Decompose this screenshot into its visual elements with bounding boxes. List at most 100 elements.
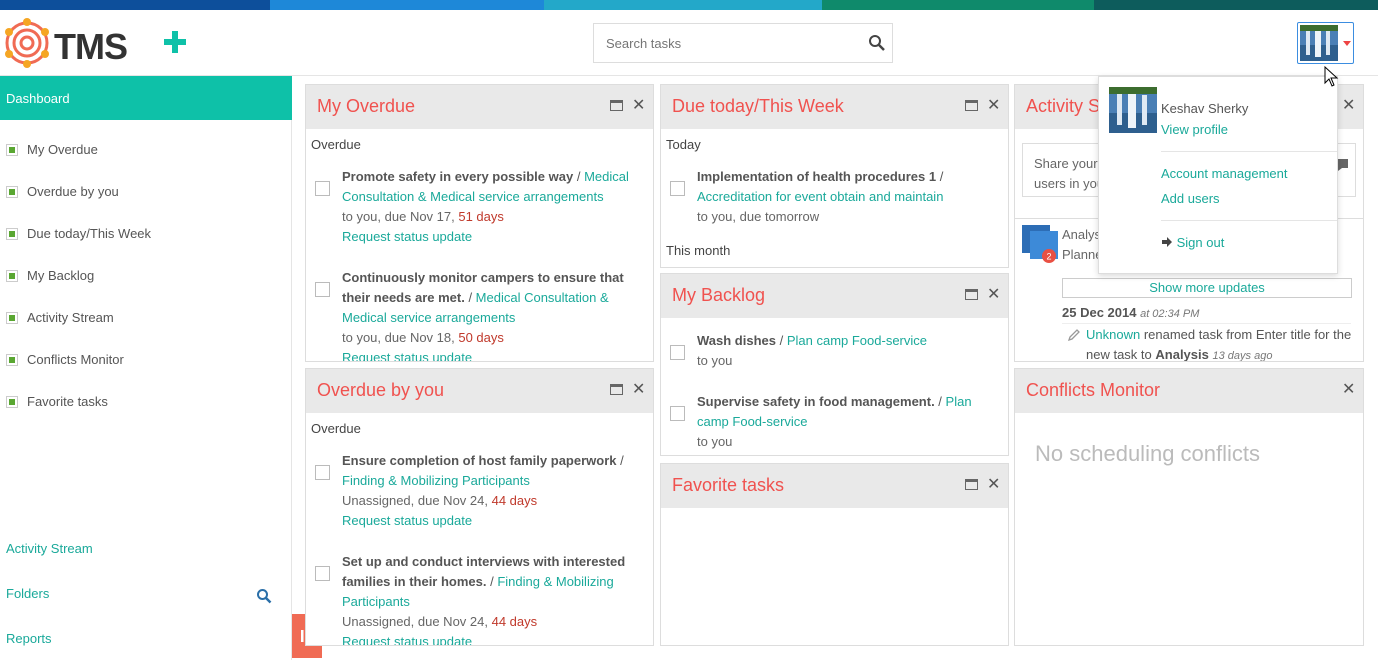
sidebar-item-favorite-tasks[interactable]: Favorite tasks — [0, 382, 292, 422]
divider — [1161, 220, 1337, 221]
task-body: Supervise safety in food management. / P… — [697, 394, 972, 449]
close-icon[interactable]: ✕ — [1342, 379, 1355, 399]
search-input[interactable] — [594, 24, 864, 62]
user-avatar — [1109, 87, 1157, 133]
task-checkbox[interactable] — [315, 566, 330, 581]
app-logo[interactable]: TMS — [2, 16, 132, 72]
task-name[interactable]: Ensure completion of host family paperwo… — [342, 453, 617, 468]
widget-header: My Backlog ✕ — [661, 274, 1008, 318]
sidebar-item-label: My Backlog — [27, 268, 95, 283]
user-dropdown-menu: Keshav Sherky View profile Account manag… — [1098, 76, 1338, 274]
close-icon[interactable]: ✕ — [1342, 95, 1355, 115]
sidebar-link-activity-stream[interactable]: Activity Stream — [6, 541, 93, 556]
task-name[interactable]: Promote safety in every possible way — [342, 169, 573, 184]
update-title[interactable]: Analys — [1062, 227, 1101, 242]
close-icon[interactable]: ✕ — [987, 284, 1000, 304]
task-name[interactable]: Wash dishes — [697, 333, 776, 348]
view-profile-link[interactable]: View profile — [1161, 122, 1228, 137]
add-task-button[interactable] — [162, 28, 190, 56]
widget-toggle-icon — [6, 354, 18, 366]
task-checkbox[interactable] — [670, 345, 685, 360]
task-checkbox[interactable] — [315, 465, 330, 480]
sidebar-item-overdue-by-you[interactable]: Overdue by you — [0, 172, 292, 212]
sidebar-item-label: Conflicts Monitor — [27, 352, 124, 367]
sidebar-item-dashboard[interactable]: Dashboard — [0, 76, 292, 120]
task-body: Promote safety in every possible way / M… — [342, 169, 629, 244]
task-name[interactable]: Supervise safety in food management. — [697, 394, 935, 409]
widget-toggle-icon — [6, 396, 18, 408]
task-assign: to you — [697, 434, 733, 449]
maximize-icon[interactable] — [610, 384, 623, 395]
close-icon[interactable]: ✕ — [632, 95, 645, 115]
widget-title: My Backlog — [672, 285, 766, 305]
widget-header: Conflicts Monitor ✕ — [1015, 369, 1363, 413]
sidebar-item-label: Overdue by you — [27, 184, 119, 199]
task-days-overdue: 44 days — [491, 614, 538, 629]
show-more-updates-button[interactable]: Show more updates — [1062, 278, 1352, 298]
logo-text: TMS — [54, 26, 128, 67]
search-box — [593, 23, 893, 63]
sidebar-link-folders[interactable]: Folders — [6, 586, 49, 601]
widget-header: My Overdue ✕ — [306, 85, 653, 129]
request-status-update-link[interactable]: Request status update — [342, 634, 472, 645]
task-name[interactable]: Implementation of health procedures 1 — [697, 169, 936, 184]
add-users-link[interactable]: Add users — [1161, 191, 1220, 206]
close-icon[interactable]: ✕ — [987, 474, 1000, 494]
update-count-badge: 2 — [1046, 252, 1051, 262]
task-body: Implementation of health procedures 1 / … — [697, 169, 944, 224]
widget-toggle-icon — [6, 228, 18, 240]
task-assign: to you, due Nov 17, — [342, 209, 459, 224]
update-date-value: 25 Dec 2014 — [1062, 305, 1137, 320]
update-user-link[interactable]: Unknown — [1086, 327, 1140, 342]
account-management-link[interactable]: Account management — [1161, 166, 1287, 181]
update-summary: Analys Planne — [1062, 225, 1102, 265]
task-assign: Unassigned, due Nov 24, — [342, 614, 492, 629]
stripe-seg-5 — [1094, 0, 1378, 10]
task-checkbox[interactable] — [670, 406, 685, 421]
task-assign: to you — [697, 353, 733, 368]
request-status-update-link[interactable]: Request status update — [342, 350, 472, 361]
task-checkbox[interactable] — [315, 282, 330, 297]
stripe-seg-1 — [0, 0, 270, 10]
sidebar-item-my-overdue[interactable]: My Overdue — [0, 130, 292, 170]
task-checkbox[interactable] — [670, 181, 685, 196]
task-assign: to you, due tomorrow — [697, 209, 820, 224]
task-project-link[interactable]: Accreditation for event obtain and maint… — [697, 189, 943, 204]
sidebar-link-reports[interactable]: Reports — [6, 631, 52, 646]
update-time: at 02:34 PM — [1140, 308, 1200, 320]
maximize-icon[interactable] — [965, 479, 978, 490]
sign-out-link[interactable]: Sign out — [1161, 235, 1224, 250]
task-project-link[interactable]: Plan camp Food-service — [787, 333, 927, 348]
task-checkbox[interactable] — [315, 181, 330, 196]
sidebar-item-label: Favorite tasks — [27, 394, 108, 409]
maximize-icon[interactable] — [965, 289, 978, 300]
update-target[interactable]: Analysis — [1155, 347, 1208, 361]
task-project-link[interactable]: Finding & Mobilizing Participants — [342, 473, 530, 488]
widget-toggle-icon — [6, 312, 18, 324]
top-color-stripe — [0, 0, 1378, 10]
app-header: TMS — [0, 10, 1378, 76]
maximize-icon[interactable] — [965, 100, 978, 111]
task-days-overdue: 50 days — [458, 330, 504, 345]
widget-conflicts-monitor: Conflicts Monitor ✕ No scheduling confli… — [1014, 368, 1364, 646]
section-label-month: This month — [666, 243, 731, 258]
user-name: Keshav Sherky — [1161, 101, 1249, 116]
close-icon[interactable]: ✕ — [632, 379, 645, 399]
request-status-update-link[interactable]: Request status update — [342, 513, 472, 528]
task-body: Wash dishes / Plan camp Food-service to … — [697, 333, 927, 368]
close-icon[interactable]: ✕ — [987, 95, 1000, 115]
sidebar-item-due-today[interactable]: Due today/This Week — [0, 214, 292, 254]
maximize-icon[interactable] — [610, 100, 623, 111]
task-assign: Unassigned, due Nov 24, — [342, 493, 492, 508]
section-label: Overdue — [311, 137, 361, 152]
sidebar-item-activity-stream[interactable]: Activity Stream — [0, 298, 292, 338]
sidebar: Dashboard My Overdue Overdue by you Due … — [0, 76, 292, 660]
task-body: Ensure completion of host family paperwo… — [342, 453, 624, 528]
widget-toggle-icon — [6, 186, 18, 198]
sidebar-item-my-backlog[interactable]: My Backlog — [0, 256, 292, 296]
user-menu-button[interactable] — [1297, 22, 1354, 64]
folder-search-icon[interactable] — [256, 588, 272, 604]
search-icon[interactable] — [868, 34, 886, 52]
request-status-update-link[interactable]: Request status update — [342, 229, 472, 244]
sidebar-item-conflicts-monitor[interactable]: Conflicts Monitor — [0, 340, 292, 380]
